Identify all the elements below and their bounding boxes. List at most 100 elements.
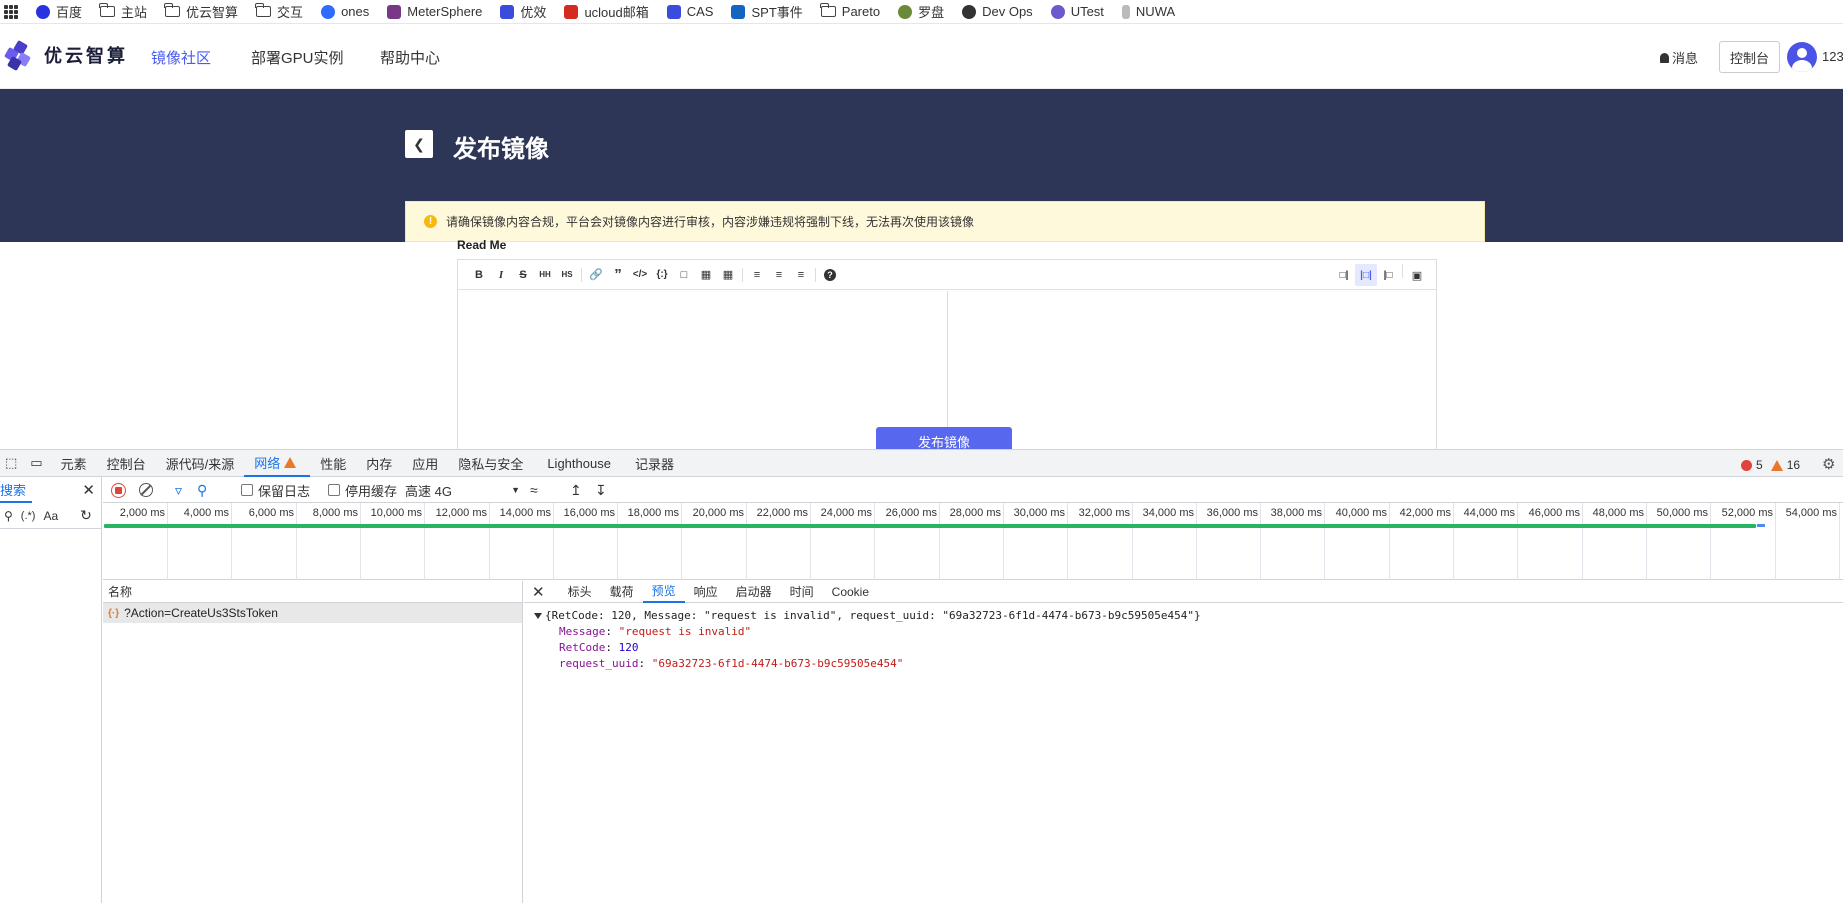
import-har-icon[interactable]: ↥ — [570, 477, 582, 503]
network-conditions-icon[interactable]: ≈ — [530, 477, 538, 503]
search-icon[interactable]: ⚲ — [197, 477, 207, 503]
split-view-icon[interactable]: |□| — [1355, 264, 1377, 286]
tab-recorder[interactable]: 记录器 — [625, 450, 684, 477]
tab-headers[interactable]: 标头 — [559, 581, 601, 603]
detail-tabbar: ✕ 标头 载荷 预览 响应 启动器 时间 Cookie — [524, 581, 1843, 603]
xhr-icon: {·} — [108, 607, 120, 619]
settings-gear-icon[interactable]: ⚙ — [1822, 455, 1835, 473]
inspect-icon[interactable]: ⬚ — [0, 450, 22, 477]
timeline-gridline — [1196, 503, 1197, 580]
bookmark-compass[interactable]: 罗盘 — [890, 1, 954, 23]
tab-preview[interactable]: 预览 — [642, 581, 685, 603]
tab-initiator[interactable]: 启动器 — [727, 581, 781, 603]
tab-timing[interactable]: 时间 — [781, 581, 823, 603]
nav-help-center[interactable]: 帮助中心 — [380, 47, 440, 68]
timeline-gridline — [1775, 503, 1776, 580]
json-summary-row[interactable]: {RetCode: 120, Message: "request is inva… — [534, 608, 1843, 624]
preview-only-icon[interactable]: |□ — [1377, 264, 1399, 286]
close-icon[interactable]: ✕ — [532, 583, 545, 601]
bookmark-folder-main[interactable]: 主站 — [92, 1, 157, 23]
unordered-list-icon[interactable]: ≡ — [746, 264, 768, 286]
back-button[interactable]: ❮ — [405, 130, 433, 158]
bookmark-folder-interaction[interactable]: 交互 — [248, 1, 313, 23]
tab-network[interactable]: 网络 — [244, 450, 311, 477]
bookmark-nuwa[interactable]: NUWA — [1114, 1, 1185, 23]
strikethrough-icon[interactable]: S — [512, 264, 534, 286]
toolbar-divider — [742, 267, 743, 282]
editor-only-icon[interactable]: □| — [1333, 264, 1355, 286]
code-block-icon[interactable]: {:} — [651, 264, 673, 286]
editor-input-pane[interactable] — [458, 291, 948, 451]
italic-icon[interactable]: I — [490, 264, 512, 286]
tab-search[interactable]: 搜索 — [0, 477, 33, 503]
timeline-tick-label: 38,000 ms — [1270, 507, 1322, 519]
tab-application[interactable]: 应用 — [402, 450, 448, 477]
timeline-tick-label: 4,000 ms — [183, 507, 229, 519]
bookmark-folder-compshare[interactable]: 优云智算 — [157, 1, 248, 23]
refresh-icon[interactable]: ↻ — [80, 507, 92, 524]
nav-deploy-gpu[interactable]: 部署GPU实例 — [251, 47, 344, 68]
network-timeline[interactable]: 2,000 ms 4,000 ms 6,000 ms 8,000 ms 10,000 m… — [103, 503, 1843, 580]
image-icon[interactable]: ▦ — [695, 264, 717, 286]
device-toggle-icon[interactable]: ▭ — [22, 450, 50, 477]
messages-link[interactable]: 消息 — [1660, 48, 1698, 67]
ordered-list-icon[interactable]: ≡ — [768, 264, 790, 286]
bookmark-folder-pareto[interactable]: Pareto — [813, 1, 890, 23]
heading-size-icon[interactable]: HS — [556, 264, 578, 286]
warning-icon — [1770, 459, 1783, 471]
avatar[interactable] — [1787, 42, 1817, 72]
bookmark-utest[interactable]: UTest — [1043, 1, 1114, 23]
table-icon[interactable]: ▦ — [717, 264, 739, 286]
export-har-icon[interactable]: ↧ — [595, 477, 607, 503]
tab-performance[interactable]: 性能 — [310, 450, 356, 477]
preserve-log-checkbox[interactable]: 保留日志 — [241, 477, 310, 503]
tab-payload[interactable]: 载荷 — [601, 581, 643, 603]
bookmark-baidu[interactable]: 百度 — [28, 1, 92, 23]
task-list-icon[interactable]: ≡ — [790, 264, 812, 286]
bookmark-metersphere[interactable]: MeterSphere — [379, 1, 492, 23]
logo[interactable]: 优云智算 — [3, 39, 128, 72]
username[interactable]: 123 — [1822, 49, 1843, 64]
throttle-select[interactable]: 高速 4G ▼ — [405, 477, 520, 503]
tab-console[interactable]: 控制台 — [97, 450, 156, 477]
bookmark-spt[interactable]: SPT事件 — [723, 1, 812, 23]
apps-grid-icon[interactable] — [4, 4, 18, 19]
tab-elements[interactable]: 元素 — [51, 450, 97, 477]
quote-icon[interactable]: ” — [607, 264, 629, 286]
issue-counters[interactable]: 5 16 — [1741, 458, 1800, 472]
tab-memory[interactable]: 内存 — [356, 450, 402, 477]
console-button[interactable]: 控制台 — [1719, 41, 1780, 73]
page-title: 发布镜像 — [453, 136, 549, 163]
editor-toolbar: B I S HH HS 🔗 ” </> {:} □ ▦ ▦ ≡ ≡ ≡ ? □|… — [458, 260, 1436, 290]
disable-cache-checkbox[interactable]: 停用缓存 — [328, 477, 397, 503]
tab-response[interactable]: 响应 — [685, 581, 727, 603]
column-name-header[interactable]: 名称 — [103, 581, 522, 603]
regex-toggle[interactable]: (.*) — [21, 510, 36, 522]
close-icon[interactable]: ✕ — [82, 481, 95, 499]
bookmark-ucloud-mail[interactable]: ucloud邮箱 — [556, 1, 658, 23]
nav-image-community[interactable]: 镜像社区 — [151, 47, 211, 68]
link-icon[interactable]: 🔗 — [585, 264, 607, 286]
bookmark-cas[interactable]: CAS — [659, 1, 724, 23]
bold-icon[interactable]: B — [468, 264, 490, 286]
tab-privacy-security[interactable]: 隐私与安全 — [448, 450, 533, 477]
filter-icon[interactable]: ▿ — [175, 477, 182, 503]
bookmark-ones[interactable]: ones — [313, 1, 379, 23]
fullscreen-icon[interactable]: ▣ — [1406, 264, 1428, 286]
tab-sources[interactable]: 源代码/来源 — [156, 450, 245, 477]
code-icon[interactable]: </> — [629, 264, 651, 286]
tab-lighthouse[interactable]: Lighthouse — [533, 450, 625, 477]
metersphere-icon — [387, 4, 402, 19]
comment-icon[interactable]: □ — [673, 264, 695, 286]
request-row[interactable]: {·} ?Action=CreateUs3StsToken — [103, 603, 522, 623]
bookmark-devops[interactable]: Dev Ops — [954, 1, 1043, 23]
case-toggle[interactable]: Aa — [43, 509, 58, 523]
clear-button[interactable] — [139, 477, 153, 503]
help-icon[interactable]: ? — [819, 264, 841, 286]
expand-caret-icon[interactable] — [534, 613, 542, 619]
heading-icon[interactable]: HH — [534, 264, 556, 286]
devtools-panel: ⬚ ▭ 元素 控制台 源代码/来源 网络 性能 内存 应用 隐私与安全 Ligh… — [0, 449, 1843, 903]
tab-cookies[interactable]: Cookie — [823, 581, 878, 603]
record-button[interactable] — [111, 477, 126, 503]
bookmark-youxiao[interactable]: 优效 — [492, 1, 556, 23]
